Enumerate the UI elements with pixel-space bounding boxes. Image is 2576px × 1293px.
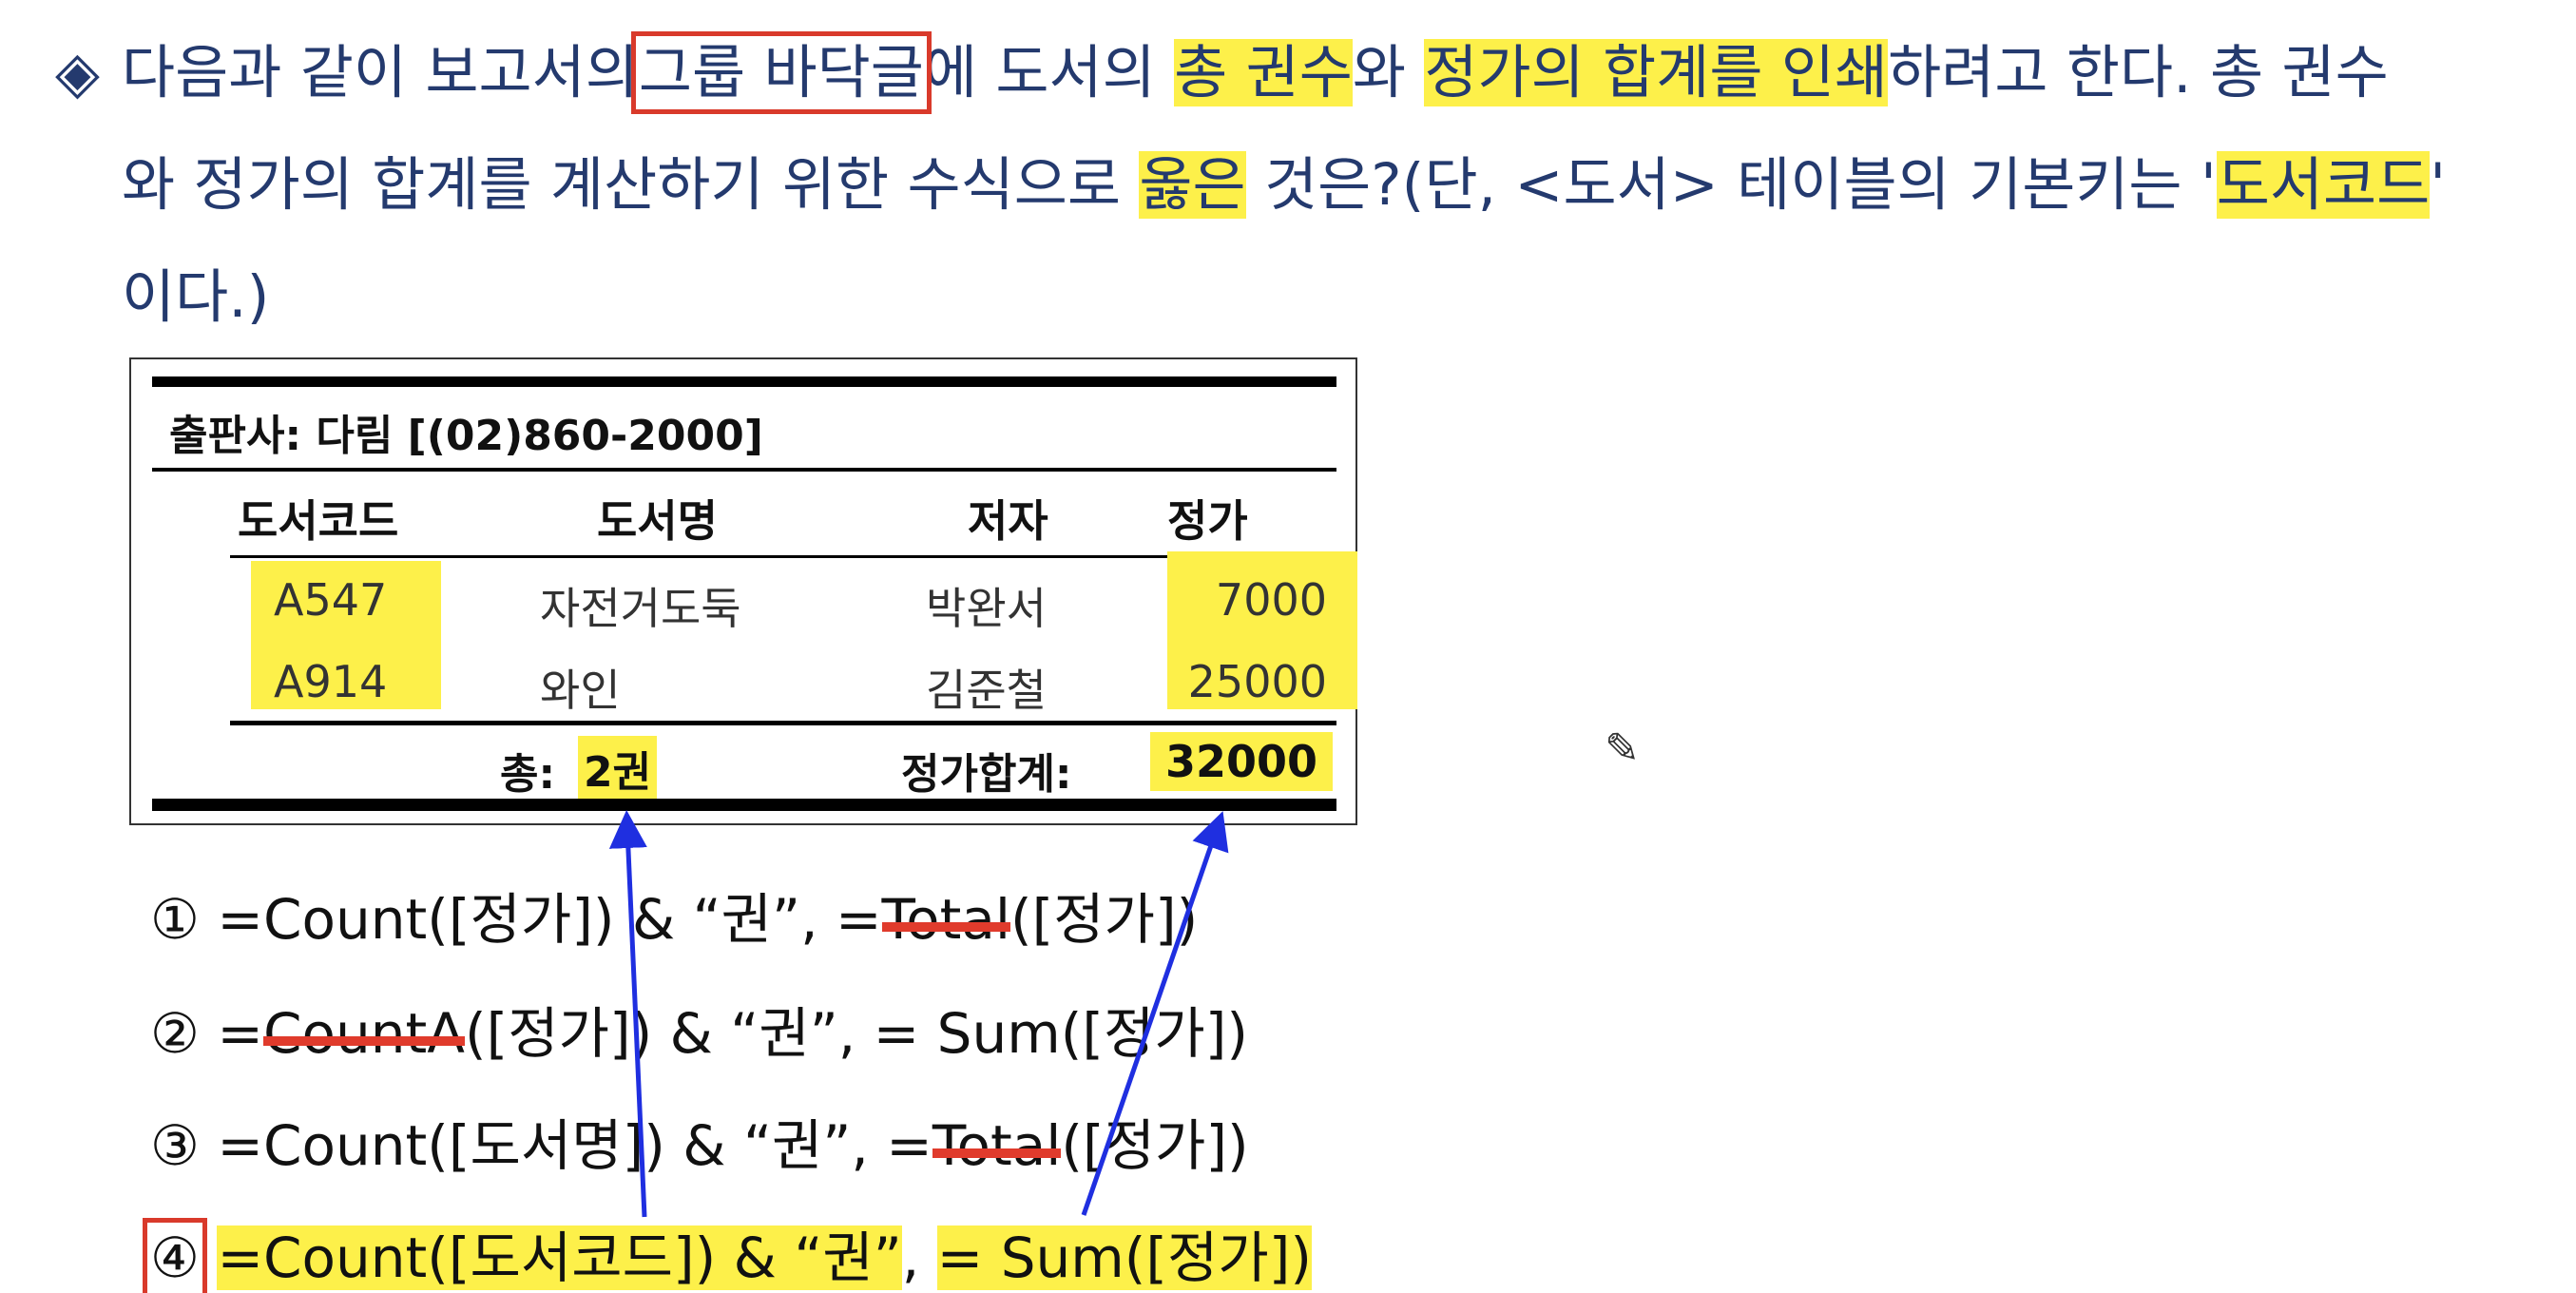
arrow-to-sum [1081, 811, 1229, 1216]
pencil-cursor-icon: ✎ [1605, 724, 1640, 773]
annotation-arrows [608, 810, 1229, 1218]
arrow-to-total [608, 810, 647, 1218]
